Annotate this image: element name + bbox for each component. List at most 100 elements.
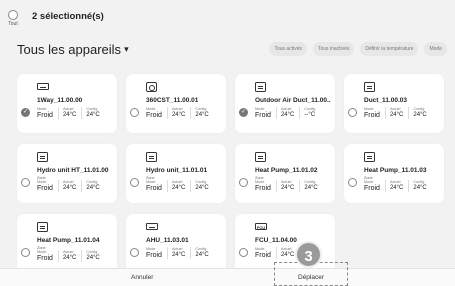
status-mode: Mode Froid: [37, 250, 53, 262]
duct-icon: [364, 82, 375, 92]
device-name: Duct_11.00.03: [364, 97, 408, 104]
cancel-button[interactable]: Annuler: [131, 274, 153, 281]
status-mode: Mode Froid: [37, 107, 53, 119]
checkbox-icon[interactable]: [130, 248, 139, 257]
chevron-down-icon[interactable]: ▾: [124, 44, 129, 54]
heat-pump-icon: [255, 152, 266, 162]
status-config: Config24°C: [299, 180, 318, 192]
status-mode-value: Froid: [146, 112, 162, 119]
status-mode: Mode Froid: [364, 107, 380, 119]
status-config: Config24°C: [190, 247, 209, 259]
checkbox-icon[interactable]: [348, 178, 357, 187]
status-mode-value: Froid: [364, 112, 380, 119]
checkbox-icon[interactable]: [239, 248, 248, 257]
status-actual-label: Actuel: [389, 180, 401, 184]
fcu-icon: FCU: [255, 223, 267, 230]
status-actual: Actuel 24°C: [57, 250, 76, 262]
set-temperature-button[interactable]: Définir la température: [360, 42, 419, 56]
device-status: ModeFroidActuel24°CConfig24°C: [146, 247, 209, 259]
page-title-text: Tous les appareils: [17, 42, 122, 57]
status-mode-value: Froid: [364, 185, 380, 192]
device-grid: 1Way_11.00.00 ✓ Mode Froid Actuel 24°C Config 2…: [17, 74, 446, 273]
status-config: Config24°C: [190, 180, 209, 192]
status-actual-label: Actuel: [280, 180, 292, 184]
device-status: ModeFroidActuel24°CConfig24°C: [146, 107, 209, 119]
cassette-icon: [146, 82, 157, 92]
status-actual-value: 24°C: [389, 185, 404, 191]
status-config-label: Config: [304, 180, 316, 184]
status-actual: Actuel 24°C: [57, 180, 76, 192]
device-card[interactable]: Hydro unit HT_11.01.00 Zone Mode Froid Actue…: [17, 144, 117, 203]
checkbox-icon[interactable]: [21, 178, 30, 187]
device-card[interactable]: Heat Pump_11.01.03 Zone Mode Froid Actuel 24°…: [344, 144, 444, 203]
device-card[interactable]: 1Way_11.00.00 ✓ Mode Froid Actuel 24°C Config 2…: [17, 74, 117, 133]
checkbox-icon[interactable]: [239, 178, 248, 187]
device-name: 360CST_11.00.01: [146, 97, 199, 104]
status-config-label: Config: [195, 107, 207, 111]
status-config-label: Config: [86, 180, 98, 184]
status-actual-value: 24°C: [280, 185, 295, 191]
checkbox-checked-icon[interactable]: ✓: [21, 108, 30, 117]
device-name: Heat Pump_11.01.02: [255, 167, 318, 174]
device-card[interactable]: AHU_11.03.01 Mode Froid Actuel 24°C Config 24°…: [126, 214, 226, 273]
device-card[interactable]: 360CST_11.00.01 Mode Froid Actuel 24°C Config…: [126, 74, 226, 133]
checkbox-icon[interactable]: [130, 108, 139, 117]
status-mode-label: Mode: [37, 107, 47, 111]
status-actual-label: Actuel: [62, 180, 74, 184]
device-card[interactable]: Outdoor Air Duct_11.00... ✓ Mode Froid Actue…: [235, 74, 335, 133]
status-config: Config24°C: [81, 107, 100, 119]
selected-count: 2 sélectionné(s): [32, 11, 104, 22]
status-mode: Mode Froid: [146, 107, 162, 119]
mode-button[interactable]: Mode: [424, 42, 447, 56]
heat-pump-icon: [364, 152, 375, 162]
status-config-value: --°C: [304, 112, 316, 118]
device-card[interactable]: Heat Pump_11.01.02 Zone Mode Froid Actuel 24°…: [235, 144, 335, 203]
status-config-label: Config: [413, 107, 425, 111]
status-actual-value: 24°C: [62, 112, 77, 118]
device-name: FCU_11.04.00: [255, 237, 297, 244]
status-config-value: 24°C: [195, 252, 209, 258]
checkbox-icon[interactable]: [130, 178, 139, 187]
status-actual-value: 24°C: [171, 185, 186, 191]
selection-bar: Tout 2 sélectionné(s): [0, 0, 455, 34]
checkbox-checked-icon[interactable]: ✓: [239, 108, 248, 117]
status-actual: Actuel 24°C: [166, 180, 186, 192]
status-mode-label: Mode: [255, 247, 265, 251]
checkbox-icon[interactable]: [348, 108, 357, 117]
hydro-unit-icon: [37, 152, 48, 162]
status-config-value: 24°C: [86, 185, 100, 191]
device-status: ModeFroidActuel24°CConfig24°C: [37, 180, 100, 192]
status-config-value: 24°C: [195, 112, 209, 118]
status-config-value: 24°C: [413, 185, 427, 191]
device-status: ModeFroidActuel24°CConfig24°C: [255, 180, 318, 192]
checkbox-icon[interactable]: [21, 248, 30, 257]
status-config: Config24°C: [408, 180, 427, 192]
filter-all-off-button[interactable]: Tous inactivés: [313, 42, 355, 56]
filter-bar: Tous activés Tous inactivés Définir la t…: [269, 42, 447, 56]
status-mode-label: Mode: [146, 180, 156, 184]
device-status: Mode Froid Actuel 24°C Config --°C: [255, 107, 315, 119]
select-all-circle[interactable]: [8, 10, 18, 20]
device-card[interactable]: Duct_11.00.03 Mode Froid Actuel 24°C Config 24…: [344, 74, 444, 133]
status-config-value: 24°C: [413, 112, 427, 118]
status-actual: Actuel 24°C: [275, 107, 294, 119]
ahu-icon: [146, 223, 158, 230]
device-card[interactable]: Heat Pump_11.01.04 Zone Mode Froid Actuel 24°…: [17, 214, 117, 273]
device-name: AHU_11.03.01: [146, 237, 189, 244]
device-name: Heat Pump_11.01.03: [364, 167, 427, 174]
status-config-value: 24°C: [86, 255, 100, 261]
status-config: Config24°C: [81, 250, 100, 262]
status-actual: Actuel 24°C: [275, 247, 294, 259]
status-mode-label: Mode: [255, 180, 265, 184]
device-card[interactable]: Hydro unit_11.01.01 Zone Mode Froid Actuel 24…: [126, 144, 226, 203]
duct-icon: [255, 82, 266, 92]
status-config-value: 24°C: [195, 185, 209, 191]
page-title[interactable]: Tous les appareils ▾: [17, 42, 129, 57]
device-name: Hydro unit HT_11.01.00: [37, 167, 109, 174]
status-config: Config --°C: [299, 107, 315, 119]
status-mode-value: Froid: [37, 112, 53, 119]
status-config-label: Config: [86, 250, 98, 254]
filter-all-on-button[interactable]: Tous activés: [269, 42, 307, 56]
status-mode: Mode Froid: [146, 180, 162, 192]
select-all-checkbox[interactable]: Tout: [6, 10, 20, 27]
